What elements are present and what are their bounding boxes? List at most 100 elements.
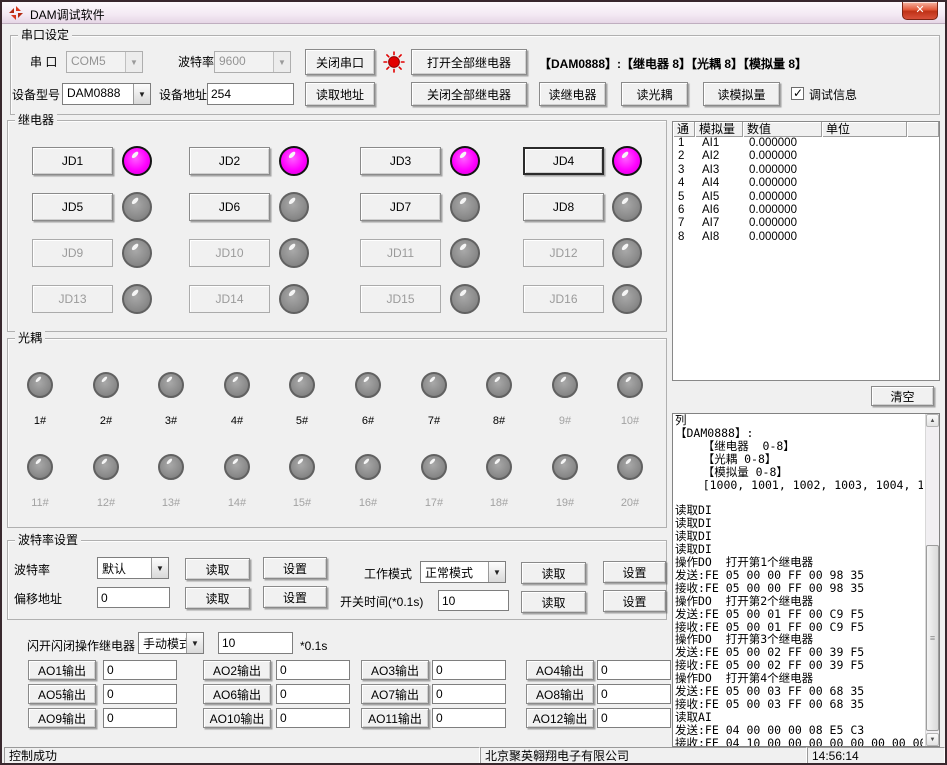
ao10-value-input[interactable] <box>276 708 350 728</box>
scroll-down-icon[interactable]: ▼ <box>926 733 939 746</box>
relay-button-jd3[interactable]: JD3 <box>360 147 441 175</box>
baudrate-read-button[interactable]: 读取 <box>185 558 250 580</box>
scroll-up-icon[interactable]: ▲ <box>926 414 939 427</box>
relay-led-jd6 <box>279 192 309 222</box>
switch-time-read-button[interactable]: 读取 <box>521 591 586 613</box>
cell-name: AI1 <box>695 137 743 150</box>
model-label: 设备型号 <box>12 88 60 102</box>
ao10-output-button[interactable]: AO10输出 <box>203 708 271 728</box>
scrollbar-thumb[interactable]: ≡ <box>926 545 939 731</box>
ao2-value-input[interactable] <box>276 660 350 680</box>
debug-info-checkbox[interactable] <box>791 87 804 100</box>
analog-table[interactable]: 通 模拟量 数值 单位 1AI10.000000 2AI20.000000 3A… <box>672 121 940 381</box>
cell-name: AI7 <box>695 217 743 230</box>
read-analog-button[interactable]: 读模拟量 <box>703 82 780 106</box>
read-opto-button[interactable]: 读光耦 <box>621 82 688 106</box>
flash-mode-select[interactable]: 手动模式 ▼ <box>138 632 204 654</box>
relay-button-jd5[interactable]: JD5 <box>32 193 113 221</box>
ao5-output-button[interactable]: AO5输出 <box>28 684 96 704</box>
ao8-output-button[interactable]: AO8输出 <box>526 684 594 704</box>
workmode-read-button[interactable]: 读取 <box>521 562 586 584</box>
model-select[interactable]: DAM0888 ▼ <box>62 83 151 105</box>
relay-button-jd16[interactable]: JD16 <box>523 285 604 313</box>
ao4-output-button[interactable]: AO4输出 <box>526 660 594 680</box>
ao5-value-input[interactable] <box>103 684 177 704</box>
ao6-value-input[interactable] <box>276 684 350 704</box>
cell-ch: 5 <box>673 191 695 204</box>
offset-label: 偏移地址 <box>14 592 62 606</box>
ao11-value-input[interactable] <box>432 708 506 728</box>
ao8-value-input[interactable] <box>597 684 671 704</box>
relay-button-jd4[interactable]: JD4 <box>523 147 604 175</box>
ao3-value-input[interactable] <box>432 660 506 680</box>
relay-led-jd4 <box>612 146 642 176</box>
relay-button-jd10[interactable]: JD10 <box>189 239 270 267</box>
baud-select[interactable]: 9600 ▼ <box>214 51 291 73</box>
workmode-select[interactable]: 正常模式 ▼ <box>420 561 506 583</box>
baudrate-select[interactable]: 默认 ▼ <box>97 557 169 579</box>
relay-button-jd12[interactable]: JD12 <box>523 239 604 267</box>
relay-button-jd7[interactable]: JD7 <box>360 193 441 221</box>
opto-label-10: 10# <box>613 415 647 427</box>
relay-button-jd15[interactable]: JD15 <box>360 285 441 313</box>
ao3-output-button[interactable]: AO3输出 <box>361 660 429 680</box>
switch-time-input[interactable] <box>438 590 509 611</box>
workmode-set-button[interactable]: 设置 <box>603 561 666 583</box>
clear-log-button[interactable]: 清空 <box>871 386 934 406</box>
workmode-select-value: 正常模式 <box>421 562 488 582</box>
table-row: 3AI30.000000 <box>673 164 939 177</box>
cell-unit <box>822 177 907 190</box>
ao1-value-input[interactable] <box>103 660 177 680</box>
opto-led-6 <box>355 372 381 398</box>
model-select-value: DAM0888 <box>63 84 133 104</box>
relay-button-jd14[interactable]: JD14 <box>189 285 270 313</box>
cell-name: AI6 <box>695 204 743 217</box>
ao12-value-input[interactable] <box>597 708 671 728</box>
opto-group-title: 光耦 <box>15 331 45 346</box>
offset-read-button[interactable]: 读取 <box>185 587 250 609</box>
ao6-output-button[interactable]: AO6输出 <box>203 684 271 704</box>
offset-input[interactable] <box>97 587 170 608</box>
relay-button-jd1[interactable]: JD1 <box>32 147 113 175</box>
log-panel[interactable]: 列 【DAM0888】: 【继电器 0-8】 【光耦 0-8】 【模拟量 0-8… <box>672 413 940 747</box>
log-scrollbar[interactable]: ▲ ≡ ▼ <box>925 414 939 746</box>
flash-time-unit: *0.1s <box>300 639 327 653</box>
switch-time-set-button[interactable]: 设置 <box>603 590 666 612</box>
table-row: 7AI70.000000 <box>673 217 939 230</box>
address-input[interactable] <box>207 83 294 105</box>
relay-button-jd11[interactable]: JD11 <box>360 239 441 267</box>
close-serial-button[interactable]: 关闭串口 <box>305 49 375 75</box>
opto-label-17: 17# <box>417 497 451 509</box>
baudrate-label: 波特率 <box>14 563 50 577</box>
ao7-value-input[interactable] <box>432 684 506 704</box>
relay-button-jd2[interactable]: JD2 <box>189 147 270 175</box>
relay-button-jd9[interactable]: JD9 <box>32 239 113 267</box>
relay-led-jd10 <box>279 238 309 268</box>
read-address-button[interactable]: 读取地址 <box>305 82 375 106</box>
ao2-output-button[interactable]: AO2输出 <box>203 660 271 680</box>
ao9-output-button[interactable]: AO9输出 <box>28 708 96 728</box>
chevron-down-icon: ▼ <box>125 52 142 72</box>
flash-time-input[interactable] <box>218 632 293 654</box>
offset-set-button[interactable]: 设置 <box>263 586 327 608</box>
opto-label-9: 9# <box>548 415 582 427</box>
close-button[interactable]: ✕ <box>902 2 938 20</box>
ao1-output-button[interactable]: AO1输出 <box>28 660 96 680</box>
ao11-output-button[interactable]: AO11输出 <box>361 708 429 728</box>
relay-button-jd8[interactable]: JD8 <box>523 193 604 221</box>
ao9-value-input[interactable] <box>103 708 177 728</box>
read-relay-button[interactable]: 读继电器 <box>539 82 606 106</box>
ao7-output-button[interactable]: AO7输出 <box>361 684 429 704</box>
relay-led-jd8 <box>612 192 642 222</box>
ao12-output-button[interactable]: AO12输出 <box>526 708 594 728</box>
opto-led-11 <box>27 454 53 480</box>
relay-button-jd13[interactable]: JD13 <box>32 285 113 313</box>
debug-info-label: 调试信息 <box>809 88 857 102</box>
close-all-relays-button[interactable]: 关闭全部继电器 <box>411 82 527 106</box>
port-select[interactable]: COM5 ▼ <box>66 51 143 73</box>
opto-led-12 <box>93 454 119 480</box>
open-all-relays-button[interactable]: 打开全部继电器 <box>411 49 527 75</box>
ao4-value-input[interactable] <box>597 660 671 680</box>
baudrate-set-button[interactable]: 设置 <box>263 557 327 579</box>
relay-button-jd6[interactable]: JD6 <box>189 193 270 221</box>
